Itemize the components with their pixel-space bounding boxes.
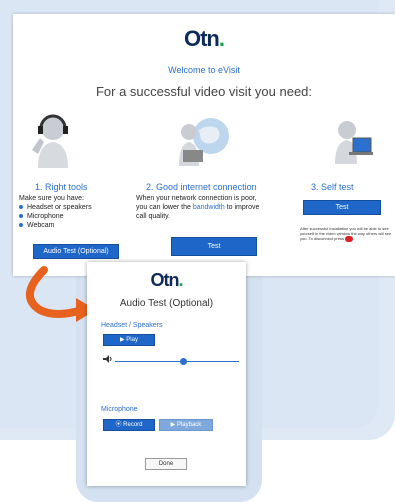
welcome-text: Welcome to eVisit	[168, 65, 240, 75]
done-button[interactable]: Done	[145, 458, 187, 470]
right-tools-intro: Make sure you have:	[19, 195, 84, 202]
headset-speakers-label: Headset / Speakers	[101, 322, 163, 329]
list-item: Webcam	[19, 221, 92, 230]
playback-button[interactable]: ▶ Playback	[159, 419, 213, 431]
self-test-button[interactable]: Test	[303, 200, 381, 215]
laptop-person-icon	[335, 121, 373, 164]
internet-text: When your network connection is poor, yo…	[136, 195, 260, 220]
page-heading: For a successful video visit you need:	[95, 84, 313, 99]
self-test-note: After successful installation you will b…	[300, 226, 392, 242]
audio-test-button[interactable]: Audio Test (Optional)	[33, 244, 119, 259]
disconnect-icon	[345, 236, 354, 242]
self-test-title: 3. Self test	[311, 182, 354, 192]
speaker-icon	[103, 355, 112, 363]
evisit-main-card: Otn. Welcome to eVisit For a successful …	[13, 14, 395, 276]
globe-person-icon	[179, 118, 229, 166]
audio-test-dialog: Otn. Audio Test (Optional) Headset / Spe…	[87, 262, 246, 486]
volume-slider-knob[interactable]	[179, 358, 187, 365]
volume-slider-track[interactable]	[115, 361, 239, 362]
microphone-label: Microphone	[101, 406, 138, 413]
internet-test-button[interactable]: Test	[171, 237, 257, 256]
list-item: Headset or speakers	[19, 203, 92, 212]
right-tools-list: Headset or speakers Microphone Webcam	[19, 203, 92, 230]
headset-person-icon	[32, 114, 68, 168]
bandwidth-link[interactable]: bandwidth	[193, 204, 225, 211]
record-button[interactable]: ⦿ Record	[103, 419, 155, 431]
otn-logo: Otn.	[150, 270, 183, 290]
list-item: Microphone	[19, 212, 92, 221]
internet-title: 2. Good internet connection	[146, 182, 257, 192]
audio-test-title: Audio Test (Optional)	[119, 298, 214, 309]
play-button[interactable]: ▶ Play	[103, 334, 155, 346]
right-tools-title: 1. Right tools	[35, 182, 88, 192]
otn-logo: Otn.	[183, 26, 225, 51]
